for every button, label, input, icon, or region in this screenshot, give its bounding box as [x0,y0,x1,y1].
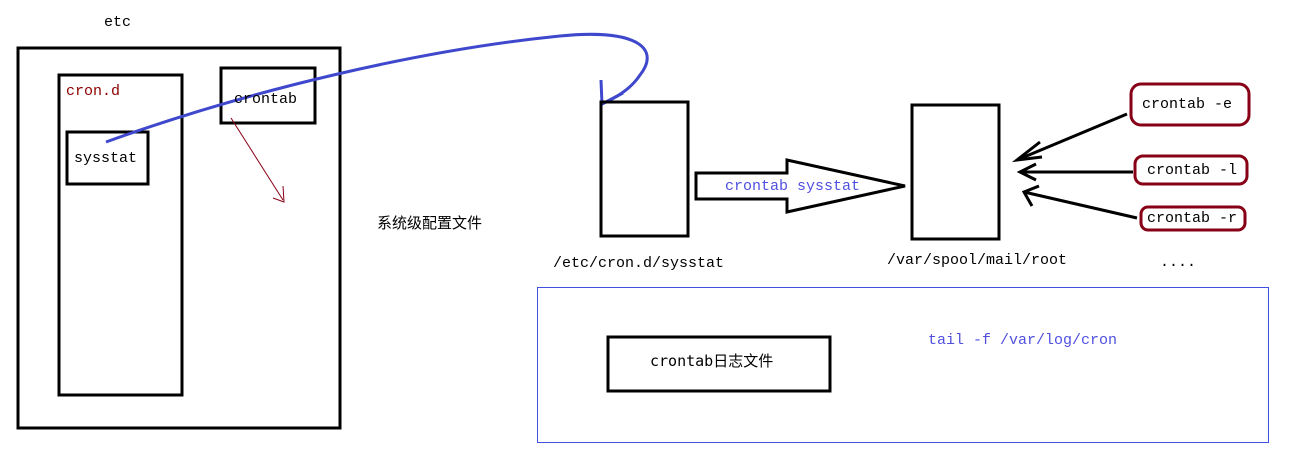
red-arrow [230,117,285,203]
etc-cron-d-sysstat-label: /etc/cron.d/sysstat [553,255,725,272]
etc-cron-d-sysstat-box [599,100,690,238]
arrow-label: crontab sysstat [725,178,861,195]
ellipsis-label: .... [1160,254,1197,271]
var-spool-mail-root-label: /var/spool/mail/root [887,252,1068,269]
log-panel [537,287,1269,443]
var-spool-mail-root-box [910,103,1001,241]
system-config-label: 系统级配置文件 [377,214,483,232]
sysstat-label: sysstat [74,150,138,167]
diagram-shapes [16,32,1269,443]
log-file-label: crontab日志文件 [650,352,774,370]
command-crontab-e: crontab -e [1142,96,1233,113]
cron-d-label: cron.d [66,83,121,100]
diagram-canvas: etc cron.d crontab sysstat 系统级配置文件 /etc/… [0,0,1300,463]
command-crontab-l: crontab -l [1147,162,1238,179]
blue-curve-arrow [105,32,649,144]
command-arrows [1011,112,1138,220]
command-crontab-r: crontab -r [1147,210,1238,227]
etc-label: etc [104,14,132,31]
tail-command-label: tail -f /var/log/cron [928,332,1118,349]
crontab-label: crontab [234,91,298,108]
